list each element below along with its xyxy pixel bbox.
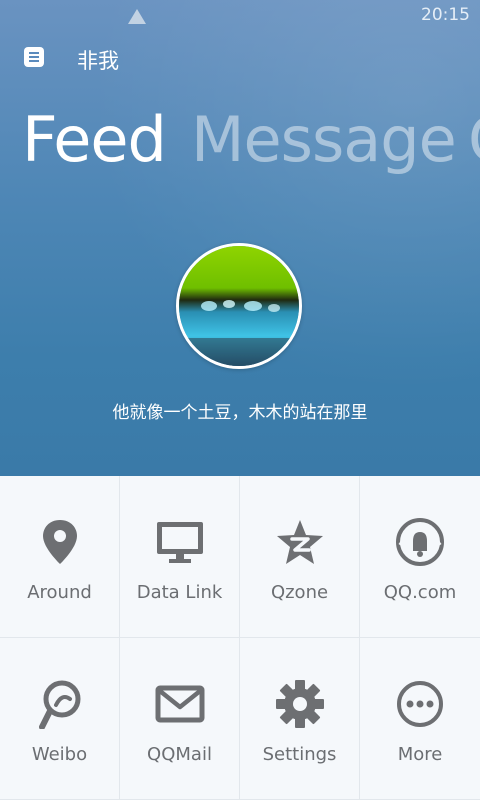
grid-item-around[interactable]: Around <box>0 476 120 638</box>
tab-next[interactable]: C <box>468 100 480 180</box>
gear-icon <box>274 678 326 730</box>
grid-label: More <box>397 744 443 765</box>
grid-item-data-link[interactable]: Data Link <box>120 476 240 638</box>
monitor-icon <box>154 516 206 568</box>
tab-message[interactable]: Message <box>191 100 457 180</box>
qq-com-icon <box>394 516 446 568</box>
grid-label: Settings <box>262 744 337 765</box>
avatar[interactable] <box>176 243 302 369</box>
signature-text: 他就像一个土豆，木木的站在那里 <box>112 403 368 423</box>
app-grid: Around Data Link Qzone QQ.com Weibo QQMa… <box>0 476 480 800</box>
grid-label: QQ.com <box>383 582 457 603</box>
profile-header: 20:15 非我 Feed Message C <box>0 0 480 476</box>
mail-icon <box>154 678 206 730</box>
grid-item-qqmail[interactable]: QQMail <box>120 638 240 800</box>
grid-label: QQMail <box>147 744 212 765</box>
username[interactable]: 非我 <box>77 45 119 75</box>
notification-icon <box>128 9 146 24</box>
grid-item-qq-com[interactable]: QQ.com <box>360 476 480 638</box>
location-pin-icon <box>34 516 86 568</box>
tab-feed[interactable]: Feed <box>22 100 167 180</box>
qzone-star-icon <box>274 516 326 568</box>
grid-label: Data Link <box>136 582 223 603</box>
more-dots-icon <box>394 678 446 730</box>
grid-item-weibo[interactable]: Weibo <box>0 638 120 800</box>
grid-label: Qzone <box>270 582 329 603</box>
grid-item-qzone[interactable]: Qzone <box>240 476 360 638</box>
grid-label: Weibo <box>31 744 88 765</box>
grid-item-settings[interactable]: Settings <box>240 638 360 800</box>
status-time: 20:15 <box>421 5 470 25</box>
grid-item-more[interactable]: More <box>360 638 480 800</box>
weibo-icon <box>34 678 86 730</box>
menu-icon[interactable] <box>24 47 44 67</box>
grid-label: Around <box>27 582 92 603</box>
